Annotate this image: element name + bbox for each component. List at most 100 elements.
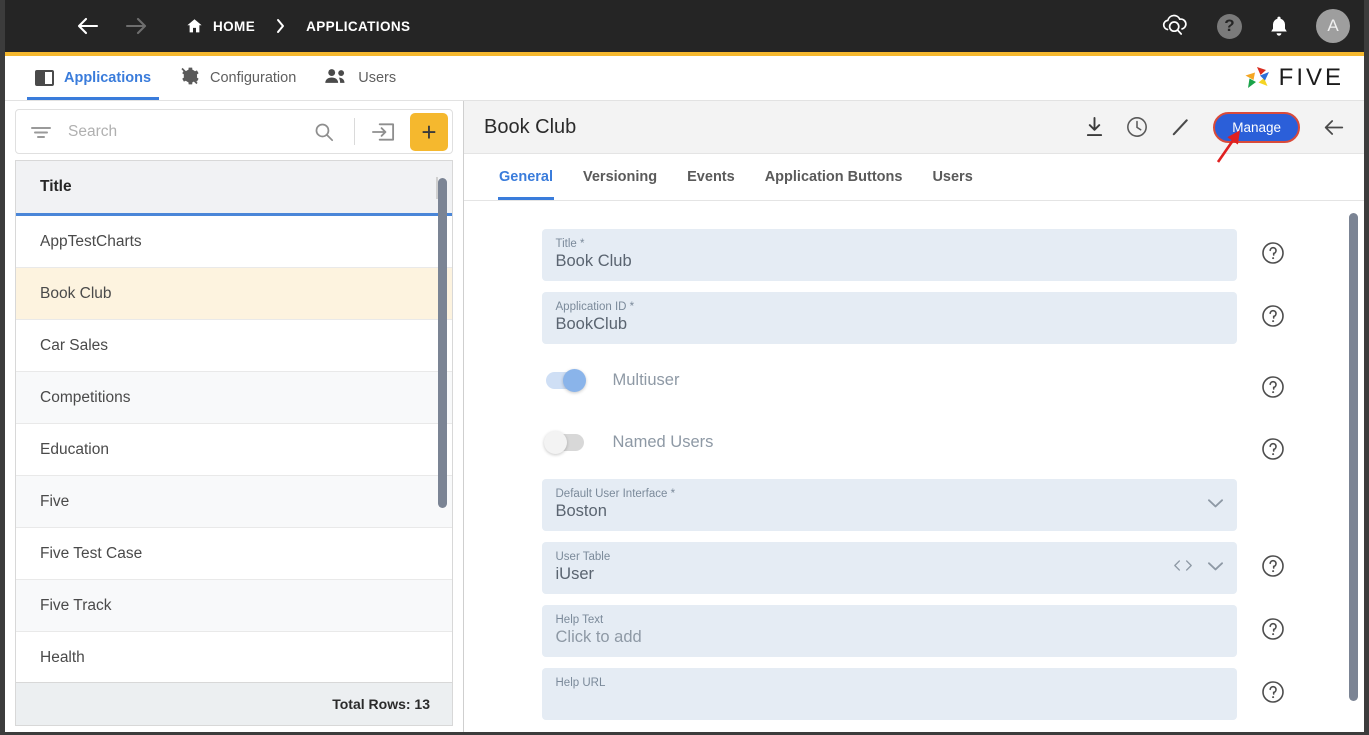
code-brackets-icon[interactable] — [1173, 559, 1193, 577]
history-clock-icon[interactable] — [1126, 116, 1148, 138]
top-navigation-bar: HOME APPLICATIONS ? A — [5, 0, 1364, 52]
application-id-field-label: Application ID * — [555, 301, 635, 313]
default-user-interface-icons — [1207, 496, 1224, 514]
search-icon[interactable] — [302, 122, 346, 142]
tab-events[interactable]: Events — [672, 154, 750, 200]
list-item[interactable]: AppTestCharts — [16, 216, 452, 268]
help-icon-title[interactable] — [1259, 241, 1287, 265]
field-default-user-interface-row: Default User Interface * Boston — [541, 479, 1287, 531]
list-item-label: Book Club — [40, 284, 112, 302]
list-item-label: AppTestCharts — [40, 232, 142, 250]
help-text-value: Click to add — [555, 628, 642, 646]
application-window: HOME APPLICATIONS ? A Applications Confi… — [0, 0, 1369, 735]
tab-versioning-label: Versioning — [583, 169, 658, 185]
main-body: + Title AppTestCharts Book Club Car Sale… — [5, 101, 1364, 732]
import-icon[interactable] — [363, 122, 404, 142]
hamburger-menu-icon[interactable] — [23, 17, 47, 35]
forward-navigation-icon[interactable] — [123, 16, 149, 36]
application-id-field[interactable]: Application ID * BookClub — [541, 292, 1237, 344]
download-icon[interactable] — [1085, 117, 1104, 137]
tab-general[interactable]: General — [484, 154, 568, 200]
field-help-url-row: Help URL — [541, 668, 1287, 720]
breadcrumb-applications-label[interactable]: APPLICATIONS — [306, 19, 410, 34]
tab-events-label: Events — [687, 169, 735, 185]
tab-configuration[interactable]: Configuration — [165, 56, 310, 100]
detail-tab-bar: General Versioning Events Application Bu… — [464, 154, 1364, 201]
five-logo: FIVE — [1239, 56, 1364, 100]
field-application-id-row: Application ID * BookClub — [541, 292, 1287, 344]
close-detail-back-icon[interactable] — [1322, 118, 1346, 137]
default-user-interface-label: Default User Interface * — [555, 488, 676, 500]
user-table-icons — [1173, 559, 1224, 577]
tab-general-label: General — [499, 169, 553, 185]
five-logo-mark — [1245, 67, 1269, 88]
add-application-button[interactable]: + — [410, 112, 448, 151]
user-table-value: iUser — [555, 565, 595, 583]
list-item[interactable]: Competitions — [16, 372, 452, 424]
tab-applications-label: Applications — [64, 70, 152, 86]
breadcrumb-separator-icon — [275, 18, 286, 34]
help-url-label: Help URL — [555, 677, 606, 689]
page-title: Book Club — [484, 115, 577, 138]
help-icon-user-table[interactable] — [1259, 554, 1287, 578]
detail-scrollbar-thumb[interactable] — [1349, 213, 1358, 701]
sidebar-scrollbar-thumb[interactable] — [438, 178, 447, 508]
help-text-label: Help Text — [555, 614, 604, 626]
help-icon-multiuser[interactable] — [1259, 375, 1287, 399]
tab-versioning[interactable]: Versioning — [568, 154, 672, 200]
named-users-toggle[interactable] — [543, 431, 584, 454]
list-item-label: Five Test Case — [40, 544, 143, 562]
list-item[interactable]: Car Sales — [16, 320, 452, 372]
cloud-search-icon[interactable] — [1158, 13, 1190, 39]
grid-header-label: Title — [40, 178, 72, 195]
five-logo-text: FIVE — [1278, 64, 1344, 91]
help-text-field[interactable]: Help Text Click to add — [541, 605, 1237, 657]
list-item[interactable]: Five — [16, 476, 452, 528]
help-icon[interactable]: ? — [1217, 13, 1242, 39]
help-icon-application-id[interactable] — [1259, 304, 1287, 328]
list-item[interactable]: Five Track — [16, 580, 452, 632]
toggle-knob — [543, 431, 567, 454]
list-item[interactable]: Health — [16, 632, 452, 682]
detail-actions: Manage — [1085, 111, 1346, 143]
help-icon-help-text[interactable] — [1259, 617, 1287, 641]
field-help-text-row: Help Text Click to add — [541, 605, 1287, 657]
list-item[interactable]: Five Test Case — [16, 528, 452, 580]
help-url-field[interactable]: Help URL — [541, 668, 1237, 720]
tab-users[interactable]: Users — [310, 56, 410, 100]
topbar-actions: ? A — [1158, 9, 1350, 43]
help-icon-help-url[interactable] — [1259, 680, 1287, 704]
tab-applications[interactable]: Applications — [21, 56, 165, 100]
applications-grid: Title AppTestCharts Book Club Car Sales … — [15, 160, 453, 682]
tab-application-buttons-label: Application Buttons — [764, 169, 903, 185]
tab-users[interactable]: Users — [917, 154, 987, 200]
notifications-bell-icon[interactable] — [1269, 15, 1289, 38]
help-icon-named-users[interactable] — [1259, 437, 1287, 461]
default-user-interface-select[interactable]: Default User Interface * Boston — [541, 479, 1237, 531]
list-item[interactable]: Book Club — [16, 268, 452, 320]
title-field[interactable]: Title * Book Club — [541, 229, 1237, 281]
edit-pencil-icon[interactable] — [1170, 117, 1191, 138]
filter-icon[interactable] — [30, 124, 52, 140]
manage-button[interactable]: Manage — [1213, 111, 1300, 143]
list-item-label: Five Track — [40, 596, 112, 614]
detail-header: Book Club Manage — [464, 101, 1364, 154]
chevron-down-icon[interactable] — [1207, 559, 1224, 577]
user-table-select[interactable]: User Table iUser — [541, 542, 1237, 594]
back-navigation-icon[interactable] — [75, 16, 101, 36]
list-item[interactable]: Education — [16, 424, 452, 476]
application-id-field-value: BookClub — [555, 315, 628, 333]
multiuser-toggle[interactable] — [545, 369, 586, 392]
list-item-label: Five — [40, 492, 70, 510]
search-input[interactable] — [68, 122, 302, 141]
breadcrumb-home[interactable]: HOME — [185, 17, 255, 35]
tab-application-buttons[interactable]: Application Buttons — [750, 154, 918, 200]
chevron-down-icon[interactable] — [1207, 496, 1224, 514]
toolbar-divider — [354, 118, 355, 145]
total-rows-footer: Total Rows: 13 — [15, 682, 453, 726]
applications-icon — [35, 70, 54, 86]
grid-column-header-title[interactable]: Title — [16, 161, 452, 216]
field-user-table-row: User Table iUser — [541, 542, 1287, 594]
tab-users-label: Users — [358, 70, 397, 86]
user-avatar[interactable]: A — [1316, 9, 1350, 43]
